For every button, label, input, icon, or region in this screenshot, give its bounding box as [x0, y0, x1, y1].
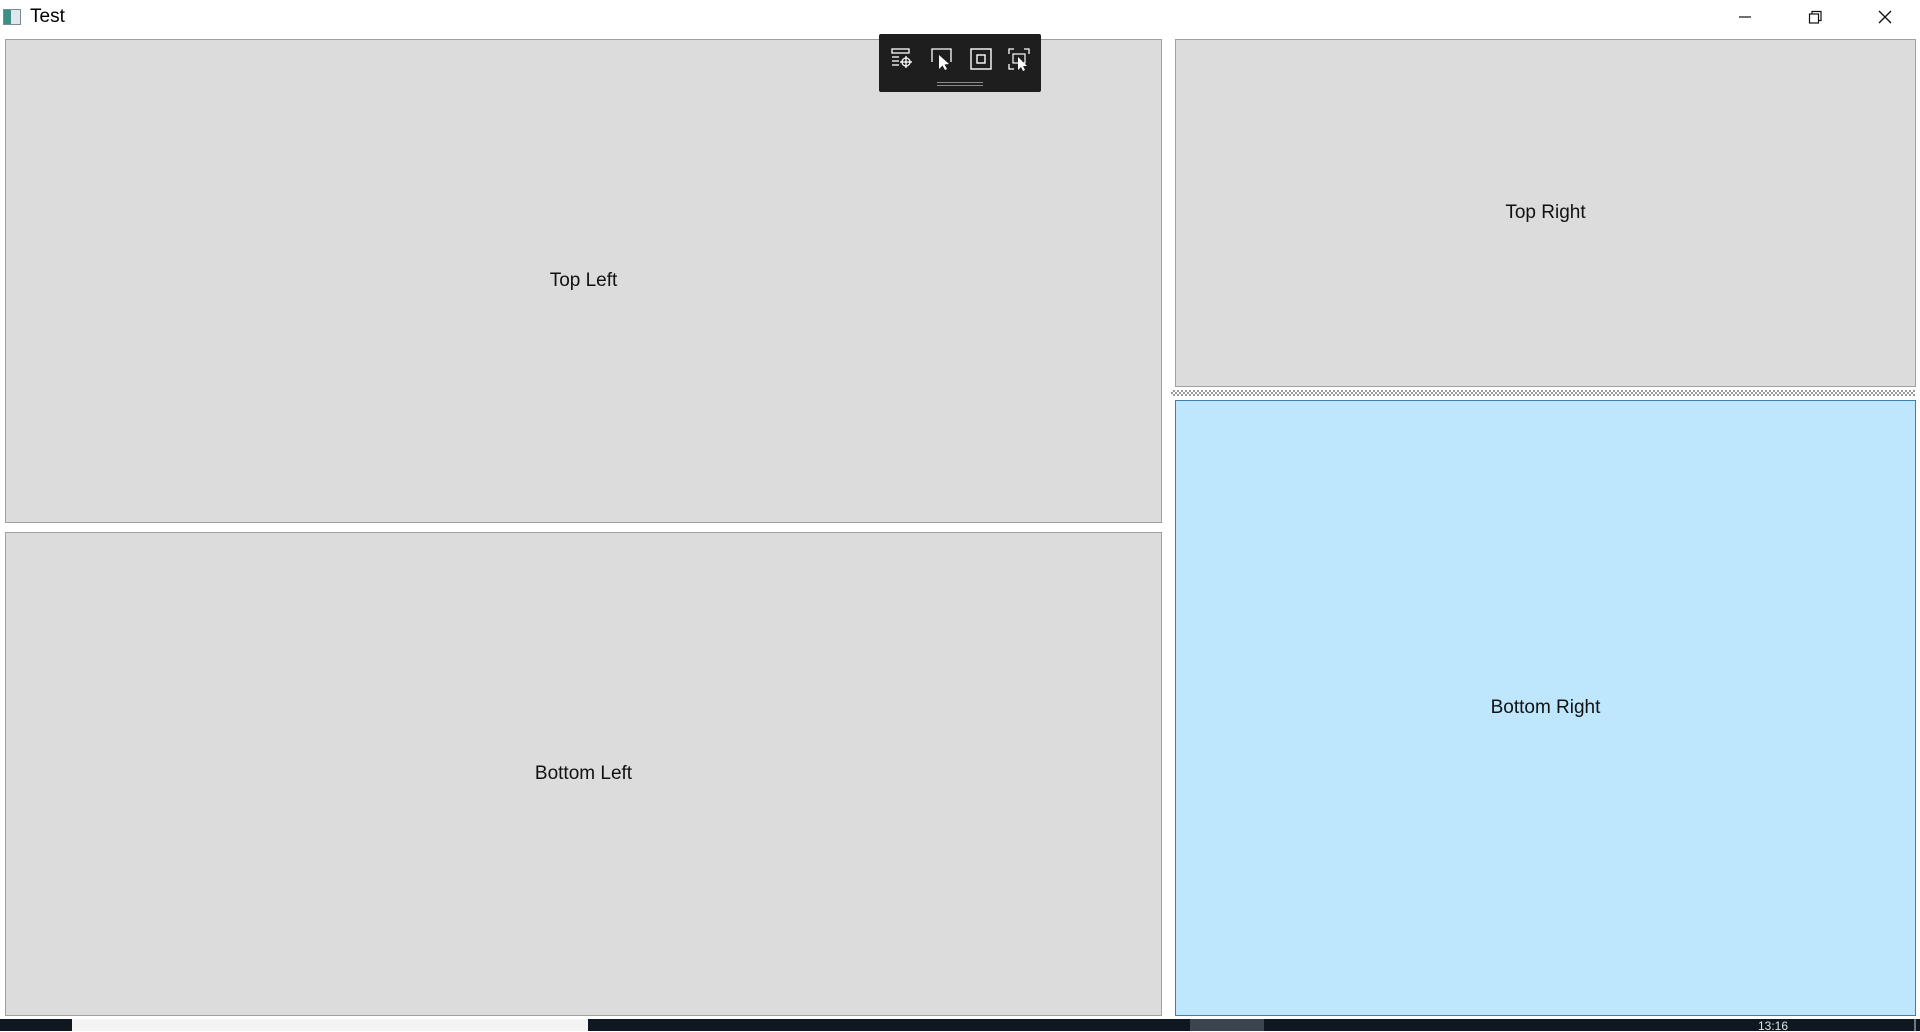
pane-top-right[interactable]: Top Right	[1175, 39, 1916, 387]
pane-bottom-right-label: Bottom Right	[1490, 697, 1601, 718]
minimize-icon	[1739, 16, 1751, 18]
pane-top-right-label: Top Right	[1505, 202, 1586, 223]
pane-bottom-left[interactable]: Bottom Left	[5, 532, 1162, 1016]
display-layout-adorners-button[interactable]	[966, 44, 996, 74]
horizontal-splitter[interactable]	[1171, 390, 1915, 396]
restore-icon	[1808, 10, 1822, 24]
pane-bottom-right[interactable]: Bottom Right	[1175, 400, 1916, 1016]
pane-bottom-left-label: Bottom Left	[534, 763, 633, 784]
debug-toolbar[interactable]	[879, 34, 1041, 92]
display-layout-adorners-icon	[970, 48, 992, 70]
show-desktop-button[interactable]	[1914, 1019, 1916, 1031]
live-visual-tree-button[interactable]	[887, 44, 917, 74]
close-icon	[1878, 10, 1892, 24]
minimize-button[interactable]	[1710, 0, 1780, 34]
pane-top-left[interactable]: Top Left	[5, 39, 1162, 523]
pane-top-left-label: Top Left	[549, 270, 618, 291]
taskbar-clock[interactable]: 13:16	[1758, 1020, 1788, 1032]
close-button[interactable]	[1850, 0, 1920, 34]
track-focused-element-icon	[1008, 48, 1030, 71]
live-visual-tree-icon	[891, 48, 912, 68]
window-title: Test	[30, 6, 65, 27]
select-element-button[interactable]	[927, 44, 957, 74]
taskbar: 13:16	[0, 1019, 1920, 1032]
track-focused-element-button[interactable]	[1004, 44, 1034, 74]
select-element-icon	[931, 48, 952, 70]
title-bar[interactable]: Test	[0, 0, 1920, 36]
taskbar-active-app[interactable]	[1190, 1019, 1264, 1031]
app-icon	[3, 9, 21, 25]
toolbar-drag-handle[interactable]	[937, 82, 983, 86]
taskbar-search-box[interactable]	[72, 1019, 588, 1031]
restore-button[interactable]	[1780, 0, 1850, 34]
